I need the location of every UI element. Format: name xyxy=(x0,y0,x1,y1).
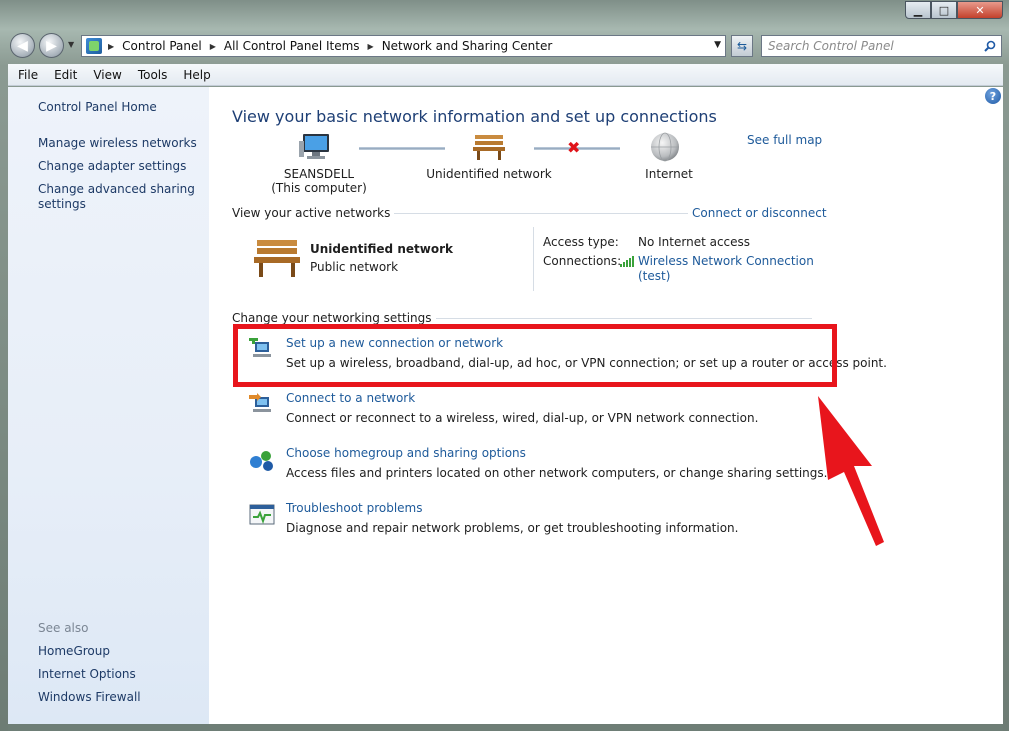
connect-or-disconnect-link[interactable]: Connect or disconnect xyxy=(688,206,827,220)
task-title[interactable]: Troubleshoot problems xyxy=(286,501,422,515)
menu-help[interactable]: Help xyxy=(175,68,218,82)
computer-icon xyxy=(299,134,329,159)
forward-button[interactable]: ▶ xyxy=(39,33,64,58)
active-network-type-link[interactable]: Public network xyxy=(310,260,398,274)
active-networks-label: View your active networks xyxy=(232,206,395,220)
menu-bar: File Edit View Tools Help xyxy=(8,64,1003,86)
caption-buttons: ▁ □ ✕ xyxy=(905,1,1003,19)
task-description: Access files and printers located on oth… xyxy=(286,466,828,480)
close-button[interactable]: ✕ xyxy=(957,1,1003,19)
menu-view[interactable]: View xyxy=(85,68,129,82)
connect-network-icon xyxy=(249,393,271,412)
sidebar-change-advanced-sharing-settings[interactable]: Change advanced sharing settings xyxy=(38,182,198,212)
sidebar-manage-wireless-networks[interactable]: Manage wireless networks xyxy=(38,136,197,151)
help-icon[interactable]: ? xyxy=(985,88,1001,104)
breadcrumb-chevron-icon[interactable]: ▶ xyxy=(210,42,216,51)
task-title[interactable]: Choose homegroup and sharing options xyxy=(286,446,526,460)
sidebar-windows-firewall[interactable]: Windows Firewall xyxy=(38,690,141,705)
sidebar-homegroup[interactable]: HomeGroup xyxy=(38,644,110,659)
breadcrumb-network-sharing-center[interactable]: Network and Sharing Center xyxy=(382,39,553,53)
see-full-map-link[interactable]: See full map xyxy=(747,133,822,147)
search-icon[interactable] xyxy=(984,40,996,52)
control-panel-icon xyxy=(86,38,102,54)
annotation-arrow-icon xyxy=(818,396,884,546)
task-troubleshoot[interactable]: Troubleshoot problems Diagnose and repai… xyxy=(249,501,869,541)
forward-arrow-icon: ▶ xyxy=(46,37,57,54)
search-input[interactable]: Search Control Panel xyxy=(761,35,1002,57)
menu-file[interactable]: File xyxy=(10,68,46,82)
internet-node[interactable]: Internet xyxy=(629,167,709,181)
wireless-connection-link[interactable]: Wireless Network Connection xyxy=(638,254,814,268)
content-area: Control Panel Home Manage wireless netwo… xyxy=(8,87,1003,724)
refresh-button[interactable]: ⇆ xyxy=(731,35,753,57)
bench-icon xyxy=(254,240,300,277)
unidentified-network-node[interactable]: Unidentified network xyxy=(424,167,554,181)
task-homegroup-sharing[interactable]: Choose homegroup and sharing options Acc… xyxy=(249,446,869,486)
internet-node-label: Internet xyxy=(645,167,693,181)
address-bar[interactable]: ▶ Control Panel ▶ All Control Panel Item… xyxy=(81,35,726,57)
bench-icon xyxy=(473,135,505,160)
sidebar-control-panel-home[interactable]: Control Panel Home xyxy=(38,100,157,115)
troubleshoot-icon xyxy=(249,504,275,525)
active-network-name: Unidentified network xyxy=(310,242,453,256)
task-connect-to-network[interactable]: Connect to a network Connect or reconnec… xyxy=(249,391,869,431)
task-description: Connect or reconnect to a wireless, wire… xyxy=(286,411,759,425)
access-type-value: No Internet access xyxy=(638,235,751,249)
breadcrumb-chevron-icon[interactable]: ▶ xyxy=(108,42,114,51)
annotation-highlight-box xyxy=(233,324,837,387)
no-connection-x-icon: ✖ xyxy=(567,138,581,157)
menu-edit[interactable]: Edit xyxy=(46,68,85,82)
access-type-label: Access type: xyxy=(543,235,619,249)
sidebar: Control Panel Home Manage wireless netwo… xyxy=(8,87,209,724)
back-arrow-icon: ◀ xyxy=(17,37,28,54)
wireless-connection-ssid[interactable]: (test) xyxy=(638,269,670,283)
vertical-divider xyxy=(533,227,534,291)
navigation-row: ◀ ▶ ▼ ▶ Control Panel ▶ All Control Pane… xyxy=(10,32,1005,60)
back-button[interactable]: ◀ xyxy=(10,33,35,58)
homegroup-icon xyxy=(250,451,273,471)
signal-strength-icon xyxy=(620,256,634,267)
breadcrumb-control-panel[interactable]: Control Panel xyxy=(122,39,202,53)
globe-icon xyxy=(651,132,679,162)
window-bottom-edge xyxy=(8,724,1003,731)
task-title[interactable]: Connect to a network xyxy=(286,391,415,405)
menu-tools[interactable]: Tools xyxy=(130,68,176,82)
minimize-button[interactable]: ▁ xyxy=(905,1,931,19)
computer-subtitle: (This computer) xyxy=(271,181,367,195)
change-settings-label: Change your networking settings xyxy=(232,311,436,325)
main-panel: ? View your basic network information an… xyxy=(209,87,1003,724)
breadcrumb-all-items[interactable]: All Control Panel Items xyxy=(224,39,360,53)
recent-pages-dropdown-icon[interactable]: ▼ xyxy=(68,40,74,49)
refresh-icon: ⇆ xyxy=(736,39,748,53)
address-dropdown-icon[interactable]: ▼ xyxy=(714,40,721,50)
task-description: Diagnose and repair network problems, or… xyxy=(286,521,739,535)
page-title: View your basic network information and … xyxy=(232,107,717,126)
breadcrumb-chevron-icon[interactable]: ▶ xyxy=(368,42,374,51)
search-placeholder: Search Control Panel xyxy=(768,39,894,53)
maximize-button[interactable]: □ xyxy=(931,1,957,19)
sidebar-change-adapter-settings[interactable]: Change adapter settings xyxy=(38,159,186,174)
sidebar-internet-options[interactable]: Internet Options xyxy=(38,667,136,682)
this-computer-node[interactable]: SEANSDELL (This computer) xyxy=(269,167,369,195)
connections-label: Connections: xyxy=(543,254,622,268)
see-also-label: See also xyxy=(38,621,89,635)
network-node-label: Unidentified network xyxy=(426,167,552,181)
computer-name: SEANSDELL xyxy=(283,167,355,181)
map-connector-line xyxy=(359,147,445,150)
